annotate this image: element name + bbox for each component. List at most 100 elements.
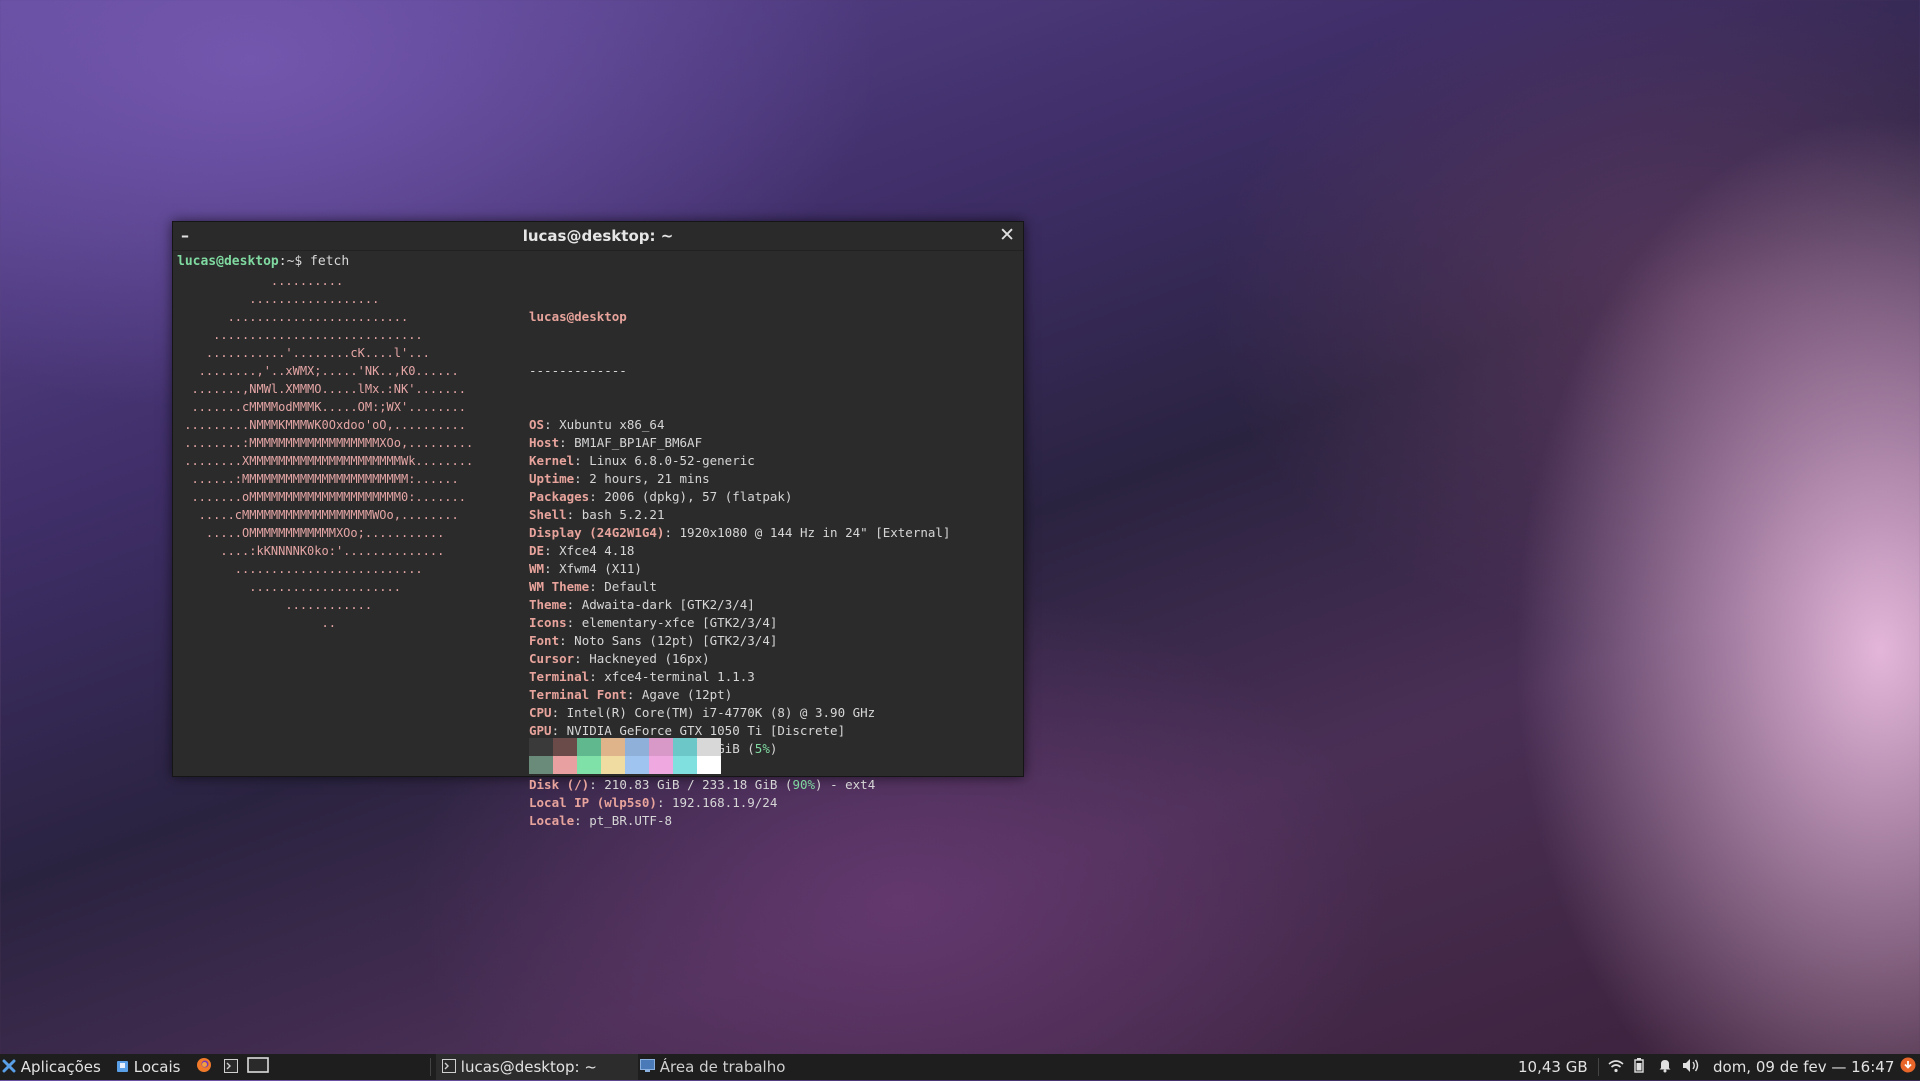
info-percent: 90% (792, 777, 816, 792)
info-label: WM (529, 561, 545, 576)
task-desktop[interactable]: Área de trabalho (640, 1054, 785, 1080)
info-label: Display (24G2W1G4) (529, 525, 665, 540)
info-label: Theme (529, 597, 567, 612)
terminal-window[interactable]: – lucas@desktop: ~ ✕ lucas@desktop :~$ fe… (172, 221, 1024, 828)
info-label: Icons (529, 615, 567, 630)
info-label: Packages (529, 489, 590, 504)
window-titlebar[interactable]: – lucas@desktop: ~ ✕ (173, 222, 1023, 251)
palette-swatch (625, 738, 649, 756)
info-label: Shell (529, 507, 567, 522)
palette-swatch (649, 756, 673, 774)
terminal-launcher[interactable] (224, 1054, 238, 1080)
info-row: Host: BM1AF_BP1AF_BM6AF (529, 435, 703, 450)
info-row: Packages: 2006 (dpkg), 57 (flatpak) (529, 489, 793, 504)
info-row: Kernel: Linux 6.8.0-52-generic (529, 453, 755, 468)
task-terminal-label: lucas@desktop: ~ (460, 1058, 597, 1076)
info-value: Linux 6.8.0-52-generic (589, 453, 755, 468)
info-row: Terminal Font: Agave (12pt) (529, 687, 733, 702)
palette-swatch (553, 738, 577, 756)
info-value: Hackneyed (16px) (589, 651, 710, 666)
palette-swatch (601, 756, 625, 774)
close-button[interactable]: ✕ (999, 224, 1015, 246)
palette-swatch (625, 756, 649, 774)
info-separator: ------------- (529, 363, 627, 378)
volume-indicator[interactable] (1682, 1054, 1700, 1080)
info-label: Uptime (529, 471, 575, 486)
palette-swatch (577, 738, 601, 756)
info-label: Kernel (529, 453, 575, 468)
info-row: Font: Noto Sans (12pt) [GTK2/3/4] (529, 633, 778, 648)
info-value: Xubuntu x86_64 (559, 417, 665, 432)
info-value: 1920x1080 @ 144 Hz in 24" [External] (679, 525, 951, 540)
info-row: Shell: bash 5.2.21 (529, 507, 665, 522)
info-label: WM Theme (529, 579, 590, 594)
info-value: 192.168.1.9/24 (672, 795, 778, 810)
info-row: WM Theme: Default (529, 579, 657, 594)
palette-swatch (697, 756, 721, 774)
volume-icon (1682, 1055, 1700, 1081)
info-value: xfce4-terminal 1.1.3 (604, 669, 755, 684)
palette-swatch (601, 738, 625, 756)
info-row: Terminal: xfce4-terminal 1.1.3 (529, 669, 755, 684)
prompt-command: :~$ fetch (278, 254, 350, 269)
info-value: Xfwm4 (X11) (559, 561, 642, 576)
info-value: 210.83 GiB / 233.18 GiB ( (604, 777, 793, 792)
applications-menu[interactable]: Aplicações (2, 1054, 101, 1080)
distro-ascii-logo: .......... .................. ..........… (184, 274, 474, 630)
info-value: 2006 (dpkg), 57 (flatpak) (604, 489, 793, 504)
info-value: NVIDIA GeForce GTX 1050 Ti [Discrete] (566, 723, 846, 738)
info-value: elementary-xfce [GTK2/3/4] (581, 615, 778, 630)
info-value: Agave (12pt) (641, 687, 733, 702)
update-icon (1900, 1055, 1916, 1081)
info-row: Cursor: Hackneyed (16px) (529, 651, 710, 666)
network-indicator[interactable] (1608, 1054, 1624, 1080)
color-palette (529, 738, 721, 774)
info-row: CPU: Intel(R) Core(TM) i7-4770K (8) @ 3.… (529, 705, 876, 720)
info-row: OS: Xubuntu x86_64 (529, 417, 665, 432)
info-value: Xfce4 4.18 (559, 543, 635, 558)
info-label: Host (529, 435, 560, 450)
task-separator (430, 1058, 431, 1076)
firefox-launcher[interactable] (196, 1054, 212, 1080)
palette-swatch (577, 756, 601, 774)
clock-label: dom, 09 de fev — 16:47 (1713, 1058, 1895, 1076)
info-label: CPU (529, 705, 552, 720)
terminal-icon (224, 1055, 238, 1081)
info-row: Icons: elementary-xfce [GTK2/3/4] (529, 615, 778, 630)
info-label: GPU (529, 723, 552, 738)
info-suffix: ) - ext4 (815, 777, 876, 792)
info-label: Locale (529, 813, 575, 828)
places-label: Locais (133, 1058, 181, 1076)
info-label: Terminal Font (529, 687, 627, 702)
terminal-content[interactable]: lucas@desktop :~$ fetch .......... ......… (177, 250, 1019, 828)
info-row: WM: Xfwm4 (X11) (529, 561, 642, 576)
places-icon (116, 1055, 129, 1081)
disk-free-indicator[interactable]: 10,43 GB (1518, 1054, 1588, 1080)
palette-swatch (673, 738, 697, 756)
battery-indicator[interactable] (1634, 1054, 1644, 1080)
xfce-icon (2, 1055, 16, 1081)
taskbar: Aplicações Locais lucas@desktop: ~ Área … (0, 1054, 1920, 1080)
info-percent: 5% (754, 741, 770, 756)
info-header: lucas@desktop (529, 309, 627, 324)
palette-swatch (673, 756, 697, 774)
info-label: Font (529, 633, 560, 648)
info-label: OS (529, 417, 545, 432)
desktop-launcher[interactable] (247, 1054, 269, 1080)
palette-swatch (529, 756, 553, 774)
window-icon (247, 1055, 269, 1081)
info-value: Adwaita-dark [GTK2/3/4] (581, 597, 755, 612)
palette-swatch (697, 738, 721, 756)
info-row: Display (24G2W1G4): 1920x1080 @ 144 Hz i… (529, 525, 951, 540)
palette-swatch (529, 738, 553, 756)
info-value: BM1AF_BP1AF_BM6AF (574, 435, 703, 450)
notifications-indicator[interactable] (1658, 1054, 1672, 1080)
firefox-icon (196, 1055, 212, 1081)
task-terminal[interactable]: lucas@desktop: ~ (436, 1054, 638, 1080)
clock[interactable]: dom, 09 de fev — 16:47 (1713, 1054, 1894, 1080)
places-menu[interactable]: Locais (116, 1054, 180, 1080)
info-label: Terminal (529, 669, 590, 684)
info-row: Uptime: 2 hours, 21 mins (529, 471, 710, 486)
updates-indicator[interactable] (1900, 1054, 1916, 1080)
tray-separator (1598, 1058, 1599, 1076)
